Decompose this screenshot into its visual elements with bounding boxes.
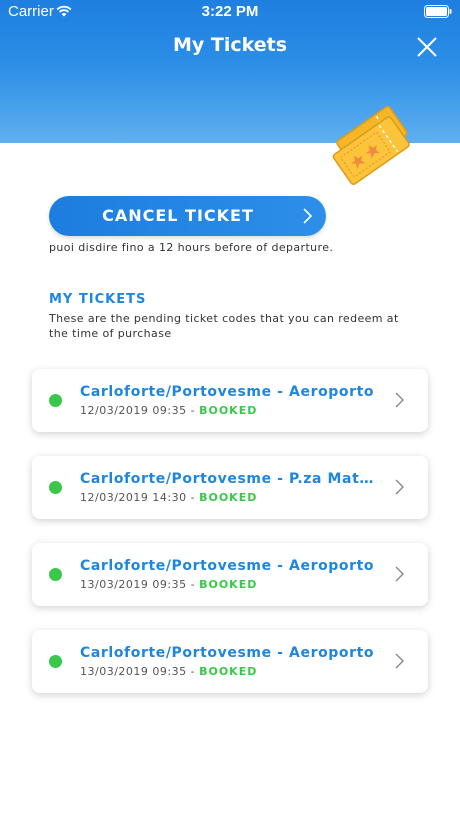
- status-bar: Carrier 3:22 PM: [0, 0, 460, 24]
- ticket-datetime: 12/03/2019 14:30: [80, 491, 187, 504]
- chevron-right-icon: [395, 392, 404, 408]
- ticket-card[interactable]: Carloforte/Portovesme - P.za Matteotti 1…: [32, 456, 428, 519]
- clock-time: 3:22 PM: [201, 3, 259, 20]
- page-title: My Tickets: [172, 34, 288, 56]
- cancel-ticket-label: CANCEL TICKET: [102, 206, 254, 225]
- section-subtitle: These are the pending ticket codes that …: [49, 312, 399, 340]
- chevron-right-icon: [395, 653, 404, 669]
- section-title: MY TICKETS: [49, 292, 147, 307]
- chevron-right-icon: [303, 208, 312, 224]
- status-dot-icon: [49, 568, 62, 581]
- cancel-policy-note: puoi disdire fino a 12 hours before of d…: [49, 241, 334, 254]
- ticket-card[interactable]: Carloforte/Portovesme - Aeroporto 12/03/…: [32, 369, 428, 432]
- status-dot-icon: [49, 394, 62, 407]
- ticket-separator: -: [190, 665, 196, 678]
- ticket-datetime: 13/03/2019 09:35: [80, 665, 187, 678]
- status-dot-icon: [49, 655, 62, 668]
- close-icon[interactable]: [416, 36, 438, 58]
- ticket-separator: -: [190, 404, 196, 417]
- ticket-card[interactable]: Carloforte/Portovesme - Aeroporto 13/03/…: [32, 543, 428, 606]
- ticket-meta: 13/03/2019 09:35 - BOOKED: [80, 665, 257, 678]
- ticket-route: Carloforte/Portovesme - Aeroporto: [80, 645, 375, 661]
- ticket-status: BOOKED: [199, 665, 258, 678]
- status-dot-icon: [49, 481, 62, 494]
- ticket-meta: 13/03/2019 09:35 - BOOKED: [80, 578, 257, 591]
- ticket-separator: -: [190, 578, 196, 591]
- ticket-datetime: 13/03/2019 09:35: [80, 578, 187, 591]
- ticket-datetime: 12/03/2019 09:35: [80, 404, 187, 417]
- ticket-status: BOOKED: [199, 404, 258, 417]
- ticket-route: Carloforte/Portovesme - P.za Matteotti: [80, 471, 375, 487]
- ticket-meta: 12/03/2019 09:35 - BOOKED: [80, 404, 257, 417]
- cancel-ticket-button[interactable]: CANCEL TICKET: [49, 196, 326, 236]
- ticket-separator: -: [190, 491, 196, 504]
- ticket-card[interactable]: Carloforte/Portovesme - Aeroporto 13/03/…: [32, 630, 428, 693]
- chevron-right-icon: [395, 566, 404, 582]
- ticket-route: Carloforte/Portovesme - Aeroporto: [80, 384, 375, 400]
- battery-icon: [424, 5, 452, 18]
- ticket-route: Carloforte/Portovesme - Aeroporto: [80, 558, 375, 574]
- ticket-status: BOOKED: [199, 491, 258, 504]
- tickets-illustration-icon: [332, 105, 410, 185]
- ticket-meta: 12/03/2019 14:30 - BOOKED: [80, 491, 257, 504]
- ticket-status: BOOKED: [199, 578, 258, 591]
- chevron-right-icon: [395, 479, 404, 495]
